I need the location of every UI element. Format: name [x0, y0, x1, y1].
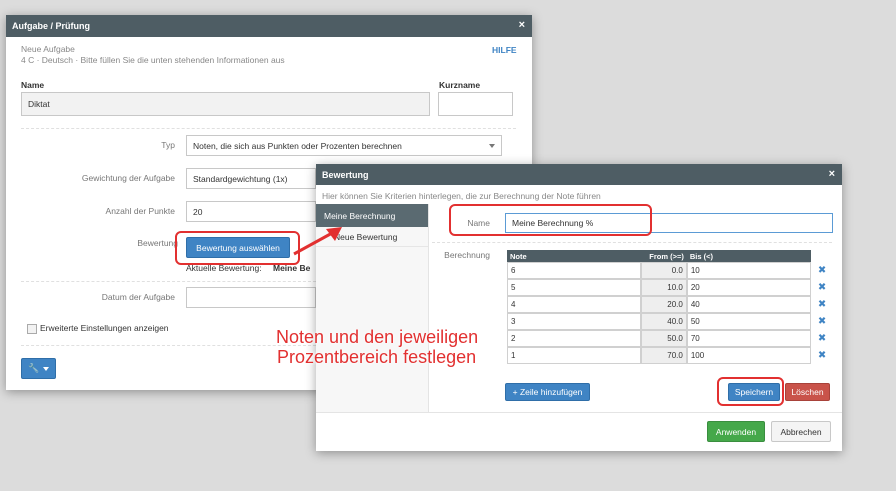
rating-info: Hier können Sie Kriterien hinterlegen, d… — [322, 191, 601, 201]
to-cell[interactable]: 10 — [686, 262, 812, 279]
to-cell[interactable]: 50 — [686, 313, 812, 330]
delete-row-icon[interactable]: ✖ — [811, 279, 833, 296]
type-select[interactable]: Noten, die sich aus Punkten oder Prozent… — [186, 135, 502, 156]
table-row: 4 20.0 40 ✖ — [507, 296, 833, 313]
from-cell: 40.0 — [641, 313, 687, 330]
note-cell[interactable]: 3 — [507, 313, 642, 330]
advanced-label: Erweiterte Einstellungen anzeigen — [40, 323, 169, 333]
rating-label: Bewertung — [137, 238, 178, 248]
current-rating-label: Aktuelle Bewertung: — [186, 263, 262, 273]
col-to-header: Bis (<) — [686, 250, 812, 262]
short-name-label: Kurzname — [439, 80, 481, 90]
delete-button[interactable]: Löschen — [785, 383, 830, 401]
table-row: 1 70.0 100 ✖ — [507, 347, 833, 364]
delete-row-icon[interactable]: ✖ — [811, 330, 833, 347]
rating-dialog-titlebar: Bewertung × — [316, 164, 842, 185]
close-icon[interactable]: × — [829, 168, 835, 180]
from-cell: 10.0 — [641, 279, 687, 296]
points-input[interactable]: 20 — [186, 201, 316, 222]
date-label: Datum der Aufgabe — [101, 292, 175, 302]
chevron-down-icon — [489, 143, 495, 148]
chevron-down-icon — [42, 366, 49, 371]
weight-label: Gewichtung der Aufgabe — [81, 173, 175, 183]
date-input[interactable] — [186, 287, 316, 308]
delete-row-icon[interactable]: ✖ — [811, 347, 833, 364]
to-cell[interactable]: 40 — [686, 296, 812, 313]
delete-row-icon[interactable]: ✖ — [811, 262, 833, 279]
from-cell: 50.0 — [641, 330, 687, 347]
name-input[interactable]: Diktat — [21, 92, 430, 116]
task-dialog-titlebar: Aufgabe / Prüfung × — [6, 15, 532, 37]
current-rating-value: Meine Be — [273, 263, 311, 273]
table-row: 6 0.0 10 ✖ — [507, 262, 833, 279]
type-select-value: Noten, die sich aus Punkten oder Prozent… — [193, 140, 402, 151]
table-row: 5 10.0 20 ✖ — [507, 279, 833, 296]
task-subtitle: Neue Aufgabe — [21, 44, 75, 54]
note-cell[interactable]: 2 — [507, 330, 642, 347]
table-row: 3 40.0 50 ✖ — [507, 313, 833, 330]
delete-row-icon[interactable]: ✖ — [811, 296, 833, 313]
delete-row-icon[interactable]: ✖ — [811, 313, 833, 330]
wrench-icon: 🔧 — [28, 363, 40, 373]
to-cell[interactable]: 100 — [686, 347, 812, 364]
help-link[interactable]: HILFE — [492, 45, 517, 55]
table-header-row: Note From (>=) Bis (<) — [507, 250, 833, 262]
calc-label: Berechnung — [444, 250, 490, 260]
weight-select[interactable]: Standardgewichtung (1x) — [186, 168, 316, 189]
name-label: Name — [21, 80, 45, 90]
from-cell: 0.0 — [641, 262, 687, 279]
annotation-text-line2: Prozentbereich festlegen — [277, 347, 477, 367]
highlight-calc-name — [449, 204, 652, 236]
short-name-input[interactable] — [438, 92, 513, 116]
highlight-save — [717, 377, 784, 406]
divider — [21, 345, 316, 346]
tools-button[interactable]: 🔧 — [21, 358, 56, 379]
divider — [21, 128, 516, 129]
highlight-select-rating — [175, 231, 300, 265]
note-cell[interactable]: 4 — [507, 296, 642, 313]
task-info: 4 C · Deutsch · Bitte füllen Sie die unt… — [21, 55, 285, 65]
col-from-header: From (>=) — [641, 250, 687, 262]
task-dialog-title: Aufgabe / Prüfung — [12, 21, 90, 31]
from-cell: 20.0 — [641, 296, 687, 313]
apply-button[interactable]: Anwenden — [707, 421, 765, 442]
cancel-button[interactable]: Abbrechen — [771, 421, 831, 442]
annotation-arrow — [293, 227, 342, 256]
annotation-text-line1: Noten und den jeweiligen — [276, 327, 479, 347]
col-note-header: Note — [507, 250, 642, 262]
sidebar-item-label: Meine Berechnung — [324, 210, 396, 221]
divider — [432, 242, 832, 243]
note-cell[interactable]: 5 — [507, 279, 642, 296]
points-label: Anzahl der Punkte — [105, 206, 175, 216]
to-cell[interactable]: 20 — [686, 279, 812, 296]
grade-table: Note From (>=) Bis (<) 6 0.0 10 ✖ 5 10.0… — [507, 250, 833, 364]
to-cell[interactable]: 70 — [686, 330, 812, 347]
add-row-button[interactable]: + Zeile hinzufügen — [505, 383, 590, 401]
table-row: 2 50.0 70 ✖ — [507, 330, 833, 347]
note-cell[interactable]: 1 — [507, 347, 642, 364]
rating-dialog-title: Bewertung — [322, 170, 369, 180]
from-cell: 70.0 — [641, 347, 687, 364]
footer-divider — [316, 412, 842, 413]
close-icon[interactable]: × — [519, 19, 525, 31]
advanced-checkbox[interactable] — [27, 324, 37, 334]
divider — [21, 281, 316, 282]
note-cell[interactable]: 6 — [507, 262, 642, 279]
type-label: Typ — [161, 140, 175, 150]
